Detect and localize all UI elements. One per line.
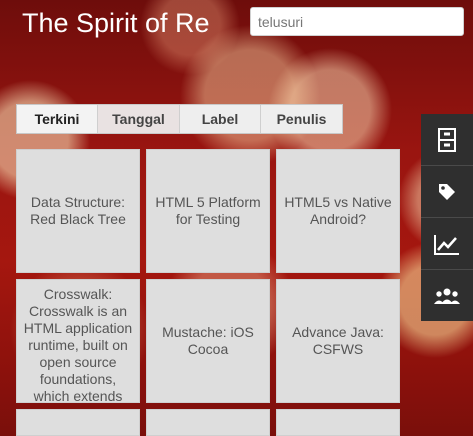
trending-icon <box>434 234 459 255</box>
post-card[interactable] <box>16 409 140 436</box>
tab-label[interactable]: Label <box>180 105 261 133</box>
tab-tanggal[interactable]: Tanggal <box>98 105 180 133</box>
people-icon <box>434 288 460 304</box>
post-tabs: Terkini Tanggal Label Penulis <box>16 104 343 134</box>
post-card[interactable] <box>146 409 270 436</box>
post-card[interactable] <box>276 409 400 436</box>
header: The Spirit of Re <box>0 0 473 48</box>
archive-icon <box>438 127 456 152</box>
post-card[interactable]: HTML5 vs Native Android? <box>276 149 400 273</box>
post-card[interactable]: Mustache: iOS Cocoa <box>146 279 270 403</box>
tab-terkini[interactable]: Terkini <box>17 105 98 133</box>
post-card[interactable]: Advance Java: CSFWS <box>276 279 400 403</box>
tab-penulis[interactable]: Penulis <box>261 105 342 133</box>
post-card[interactable]: HTML 5 Platform for Testing <box>146 149 270 273</box>
blog-title[interactable]: The Spirit of Re <box>22 6 210 40</box>
tag-button[interactable] <box>421 166 473 218</box>
post-title: Advance Java: CSFWS <box>292 324 384 357</box>
search-input[interactable] <box>250 7 464 36</box>
post-title: HTML5 vs Native Android? <box>284 194 392 227</box>
people-button[interactable] <box>421 270 473 321</box>
post-card[interactable]: Crosswalk: Crosswalk is an HTML applicat… <box>16 279 140 403</box>
post-title: HTML 5 Platform for Testing <box>155 194 261 227</box>
post-title: Crosswalk: Crosswalk is an HTML applicat… <box>23 286 133 403</box>
trending-button[interactable] <box>421 218 473 270</box>
tag-icon <box>439 183 455 200</box>
archive-button[interactable] <box>421 114 473 166</box>
post-title: Data Structure: Red Black Tree <box>30 194 126 227</box>
post-card[interactable]: Data Structure: Red Black Tree <box>16 149 140 273</box>
post-title: Mustache: iOS Cocoa <box>162 324 254 357</box>
side-panel <box>421 114 473 321</box>
